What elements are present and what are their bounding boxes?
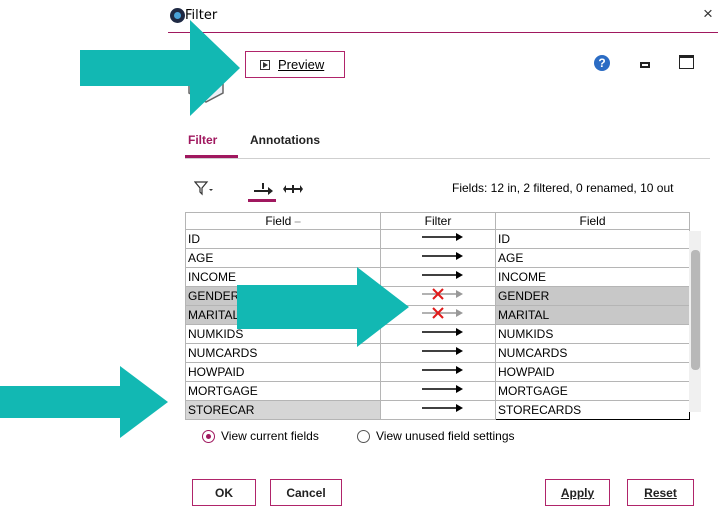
fields-summary: Fields: 12 in, 2 filtered, 0 renamed, 10…	[452, 181, 674, 195]
apply-button[interactable]: Apply	[545, 479, 610, 506]
filtered-arrow-icon[interactable]	[408, 287, 468, 301]
field-in-cell: MORTGAGE	[185, 381, 381, 401]
filter-funnel-icon[interactable]	[194, 180, 214, 196]
field-out-cell[interactable]: GENDER	[495, 286, 690, 306]
cancel-button[interactable]: Cancel	[270, 479, 342, 506]
minimize-icon[interactable]	[640, 62, 650, 68]
filtered-arrow-icon[interactable]	[408, 306, 468, 320]
field-in-cell: HOWPAID	[185, 362, 381, 382]
pass-arrow-icon[interactable]	[408, 325, 468, 339]
field-in-cell: ID	[185, 229, 381, 249]
radio-label: View current fields	[221, 429, 319, 443]
radio-indicator	[202, 429, 215, 443]
field-out-cell[interactable]: INCOME	[495, 267, 690, 287]
field-out-cell[interactable]: STORECARDS	[495, 400, 690, 420]
play-icon	[260, 59, 270, 70]
filter-cell[interactable]	[380, 248, 496, 268]
help-icon[interactable]: ?	[594, 55, 610, 71]
header-field-out[interactable]: Field	[495, 212, 690, 230]
close-icon[interactable]: ×	[703, 4, 713, 24]
annotation-arrow-storecards	[0, 366, 168, 438]
pass-arrow-icon[interactable]	[408, 230, 468, 244]
radio-view-current-fields[interactable]: View current fields	[202, 429, 319, 443]
table-row[interactable]: AGE AGE	[185, 248, 690, 268]
pass-arrow-icon[interactable]	[408, 344, 468, 358]
field-in-cell: AGE	[185, 248, 381, 268]
ok-button[interactable]: OK	[192, 479, 256, 506]
field-out-cell[interactable]: NUMKIDS	[495, 324, 690, 344]
field-in-cell: STORECAR	[185, 400, 381, 420]
table-row[interactable]: ID ID	[185, 229, 690, 249]
preview-button[interactable]: Preview	[245, 51, 345, 78]
header-filter[interactable]: Filter	[380, 212, 496, 230]
table-row[interactable]: MORTGAGE MORTGAGE	[185, 381, 690, 401]
pass-arrow-icon[interactable]	[408, 382, 468, 396]
reset-button[interactable]: Reset	[627, 479, 694, 506]
radio-view-unused-fields[interactable]: View unused field settings	[357, 429, 515, 443]
tab-annotations[interactable]: Annotations	[250, 133, 320, 147]
tabs-divider	[185, 158, 710, 159]
filter-cell[interactable]	[380, 400, 496, 420]
header-field-in[interactable]: Field ⎯	[185, 212, 381, 230]
pass-arrow-icon[interactable]	[408, 268, 468, 282]
field-out-cell[interactable]: ID	[495, 229, 690, 249]
field-out-cell[interactable]: HOWPAID	[495, 362, 690, 382]
annotation-arrow-filtered	[237, 267, 409, 347]
remove-fields-mode-icon[interactable]	[252, 180, 274, 197]
radio-indicator	[357, 429, 370, 443]
filter-cell[interactable]	[380, 381, 496, 401]
annotation-arrow-preview	[80, 20, 240, 116]
include-fields-mode-icon[interactable]	[282, 180, 304, 197]
filter-cell[interactable]	[380, 229, 496, 249]
pass-arrow-icon[interactable]	[408, 363, 468, 377]
sort-icon: ⎯	[294, 214, 301, 228]
maximize-icon[interactable]	[679, 55, 694, 69]
radio-label: View unused field settings	[376, 429, 515, 443]
table-row[interactable]: STORECAR STORECARDS	[185, 400, 690, 420]
field-out-cell[interactable]: MARITAL	[495, 305, 690, 325]
tab-filter[interactable]: Filter	[188, 133, 217, 147]
field-out-cell[interactable]: AGE	[495, 248, 690, 268]
pass-arrow-icon[interactable]	[408, 401, 468, 415]
field-out-cell[interactable]: MORTGAGE	[495, 381, 690, 401]
filter-cell[interactable]	[380, 362, 496, 382]
table-row[interactable]: HOWPAID HOWPAID	[185, 362, 690, 382]
field-out-cell[interactable]: NUMCARDS	[495, 343, 690, 363]
mode-selected-indicator	[248, 199, 276, 202]
scrollbar-thumb[interactable]	[691, 250, 700, 370]
title-divider	[168, 32, 718, 33]
preview-label: Preview	[278, 57, 325, 72]
pass-arrow-icon[interactable]	[408, 249, 468, 263]
